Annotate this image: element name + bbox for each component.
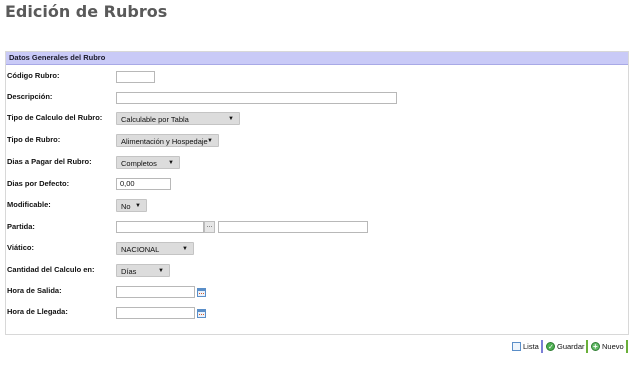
dias-defecto-label: Dias por Defecto: <box>7 179 70 188</box>
partida-description-input[interactable] <box>218 221 368 233</box>
modificable-label: Modificable: <box>7 200 51 209</box>
plus-icon <box>591 340 600 353</box>
dias-pagar-value: Completos <box>121 159 157 168</box>
descripcion-label: Descripción: <box>7 92 53 101</box>
partida-search-button[interactable]: ... <box>204 221 215 233</box>
hora-salida-label: Hora de Salida: <box>7 286 62 295</box>
nuevo-label: Nuevo <box>602 342 624 351</box>
calendar-icon[interactable] <box>197 288 206 297</box>
chevron-down-icon: ▼ <box>168 160 174 166</box>
chevron-down-icon: ▼ <box>135 203 141 209</box>
tipo-calculo-label: Tipo de Calculo del Rubro: <box>7 113 103 122</box>
cantidad-calculo-value: Días <box>121 267 137 276</box>
dias-defecto-input[interactable]: 0,00 <box>116 178 171 190</box>
panel-header-title: Datos Generales del Rubro <box>9 53 106 62</box>
panel-header: Datos Generales del Rubro <box>6 52 628 65</box>
chevron-down-icon: ▼ <box>158 268 164 274</box>
dias-pagar-label: Dias a Pagar del Rubro: <box>7 157 92 166</box>
lista-label: Lista <box>523 342 539 351</box>
page-title: Edición de Rubros <box>5 2 168 21</box>
hora-llegada-label: Hora de Llegada: <box>7 307 68 316</box>
viatico-select[interactable]: NACIONAL ▼ <box>116 242 194 255</box>
chevron-down-icon: ▼ <box>182 246 188 252</box>
guardar-label: Guardar <box>557 342 585 351</box>
calendar-icon[interactable] <box>197 309 206 318</box>
descripcion-input[interactable] <box>116 92 397 104</box>
check-icon <box>546 341 555 354</box>
modificable-select[interactable]: No ▼ <box>116 199 147 212</box>
chevron-down-icon: ▼ <box>228 116 234 122</box>
button-separator <box>541 340 543 353</box>
partida-label: Partida: <box>7 222 35 231</box>
dias-pagar-select[interactable]: Completos ▼ <box>116 156 180 169</box>
modificable-value: No <box>121 202 131 211</box>
viatico-value: NACIONAL <box>121 245 160 254</box>
button-separator <box>626 340 628 353</box>
tipo-calculo-select[interactable]: Calculable por Tabla ▼ <box>116 112 240 125</box>
lista-button[interactable]: Lista <box>512 340 543 353</box>
chevron-down-icon: ▼ <box>207 138 213 144</box>
partida-code-input[interactable] <box>116 221 204 233</box>
codigo-rubro-label: Código Rubro: <box>7 71 60 80</box>
button-separator <box>586 340 588 353</box>
tipo-calculo-value: Calculable por Tabla <box>121 115 189 124</box>
hora-llegada-input[interactable] <box>116 307 195 319</box>
cantidad-calculo-select[interactable]: Días ▼ <box>116 264 170 277</box>
tipo-rubro-select[interactable]: Alimentación y Hospedaje ▼ <box>116 134 219 147</box>
tipo-rubro-label: Tipo de Rubro: <box>7 135 61 144</box>
cantidad-calculo-label: Cantidad del Calculo en: <box>7 265 95 274</box>
guardar-button[interactable]: Guardar <box>546 340 588 354</box>
codigo-rubro-input[interactable] <box>116 71 155 83</box>
tipo-rubro-value: Alimentación y Hospedaje <box>121 137 208 146</box>
hora-salida-input[interactable] <box>116 286 195 298</box>
nuevo-button[interactable]: Nuevo <box>591 340 628 353</box>
viatico-label: Viático: <box>7 243 34 252</box>
list-icon <box>512 342 521 351</box>
